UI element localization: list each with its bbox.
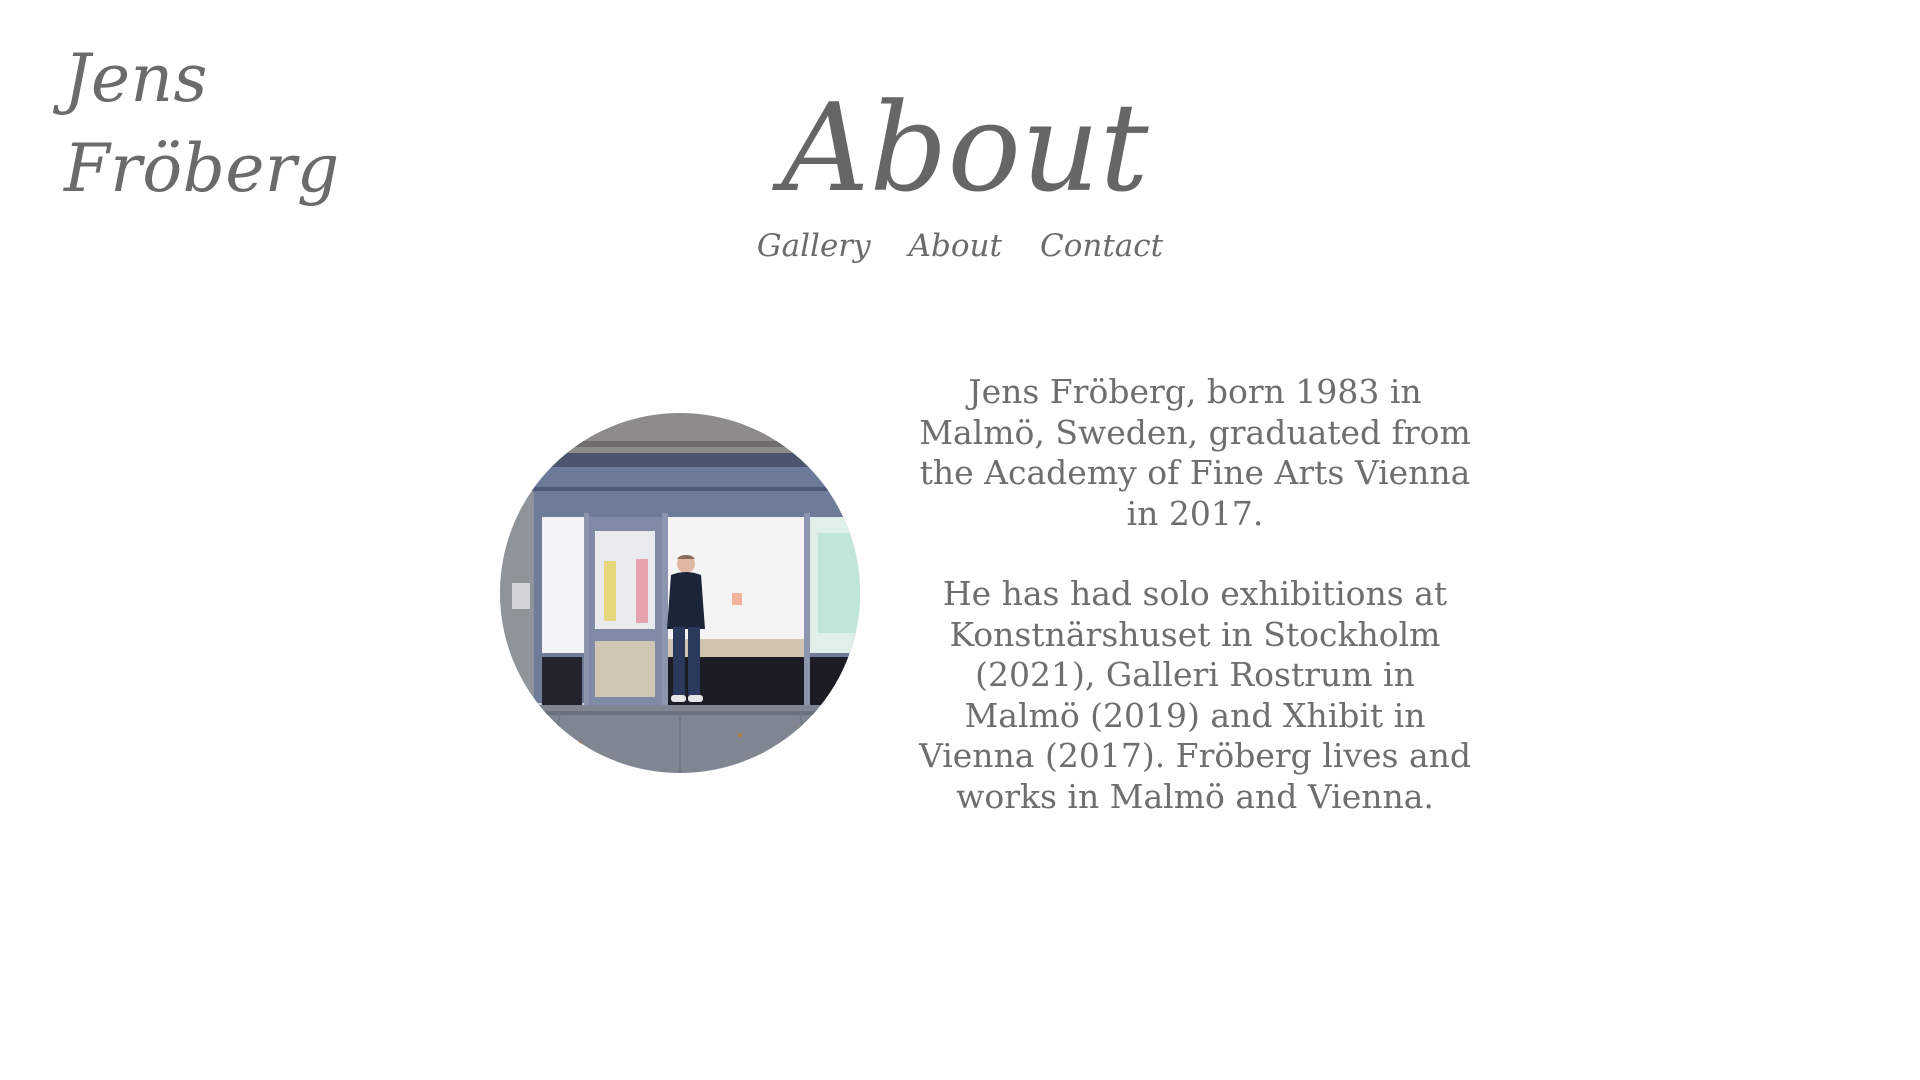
- nav-link-contact[interactable]: Contact: [1040, 224, 1163, 268]
- bio-paragraph: He has had solo exhibitions at Konstnärs…: [918, 574, 1472, 816]
- page-title: About: [781, 77, 1149, 219]
- nav-link-about[interactable]: About: [909, 224, 1002, 268]
- nav-link-gallery[interactable]: Gallery: [757, 224, 871, 268]
- portrait-illustration: [500, 413, 860, 773]
- bio-paragraph: Jens Fröberg, born 1983 in Malmö, Sweden…: [919, 372, 1471, 533]
- artist-portrait-photo: [500, 413, 860, 773]
- main-nav: Gallery About Contact: [0, 224, 1920, 268]
- about-bio: Jens Fröberg, born 1983 in Malmö, Sweden…: [915, 372, 1475, 817]
